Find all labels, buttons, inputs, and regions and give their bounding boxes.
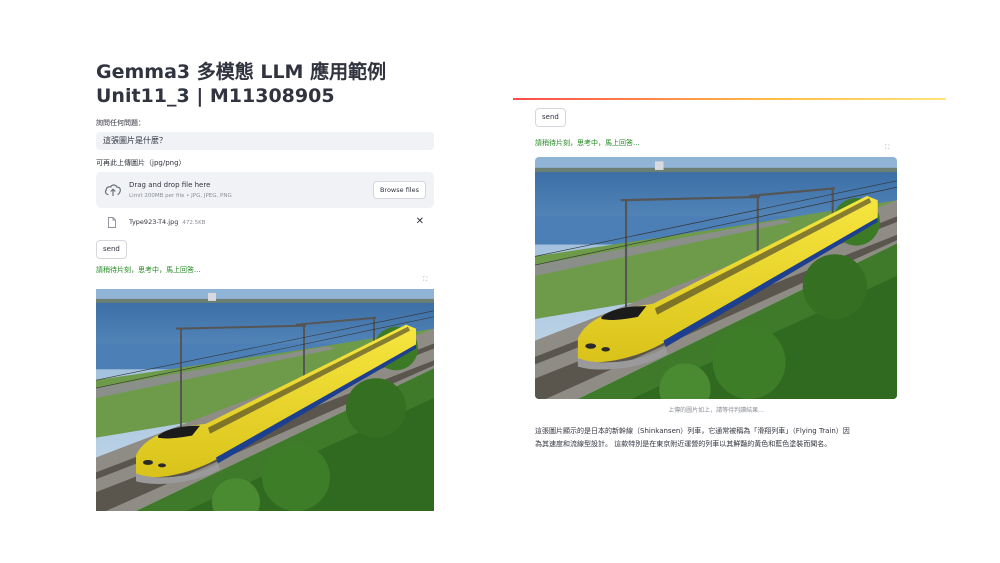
- send-button[interactable]: send: [96, 240, 127, 259]
- file-icon: [108, 217, 116, 228]
- upload-label: 可再此上傳圖片（jpg/png）: [96, 159, 186, 167]
- thinking-status-text: 請稍待片刻，思考中，馬上回答...: [96, 266, 201, 274]
- header-decoration-bar: [513, 98, 946, 100]
- left-app-panel: Gemma3 多模態 LLM 應用範例 Unit11_3 | M11308905…: [96, 60, 434, 275]
- thinking-status-text-right: 請稍待片刻，思考中，馬上回答...: [535, 139, 640, 147]
- browse-files-button[interactable]: Browse files: [372, 181, 426, 199]
- fullscreen-expand-icon[interactable]: ⛶: [423, 276, 427, 284]
- upload-limit-text: Limit 200MB per file • JPG, JPEG, PNG: [129, 193, 232, 199]
- uploaded-train-image: [96, 289, 434, 511]
- uploaded-train-image-right: [535, 157, 897, 399]
- page-title-line2: Unit11_3 | M11308905: [96, 85, 335, 107]
- model-answer-line1: 這張圖片顯示的是日本的新幹線（Shinkansen）列車，它通常被稱為「滑翔列車…: [535, 427, 850, 435]
- image-caption: 上傳的圖片如上，請等待判讀結果...: [668, 407, 764, 414]
- model-answer-line2: 為其速度和流線型設計。 這款特別是在東京附近運營的列車以其鮮豔的黃色和藍色塗裝而…: [535, 440, 832, 448]
- file-size: 472.5KB: [182, 220, 206, 226]
- question-label: 詢問任何問題：: [96, 119, 145, 127]
- send-button-right[interactable]: send: [535, 108, 566, 127]
- file-name: Type923-T4.jpg: [129, 218, 179, 226]
- remove-file-close-icon[interactable]: ✕: [416, 216, 424, 227]
- question-input[interactable]: 這張圖片是什麼？: [96, 132, 434, 150]
- page-title-line1: Gemma3 多模態 LLM 應用範例: [96, 61, 387, 83]
- fullscreen-expand-icon-right[interactable]: ⛶: [885, 144, 889, 152]
- uploaded-file-row: Type923-T4.jpg 472.5KB ✕: [96, 214, 434, 232]
- cloud-upload-icon: [104, 184, 121, 196]
- file-uploader-dropzone[interactable]: Drag and drop file here Limit 200MB per …: [96, 172, 434, 208]
- drag-drop-text: Drag and drop file here: [129, 181, 211, 189]
- model-answer: 這張圖片顯示的是日本的新幹線（Shinkansen）列車，它通常被稱為「滑翔列車…: [535, 425, 905, 451]
